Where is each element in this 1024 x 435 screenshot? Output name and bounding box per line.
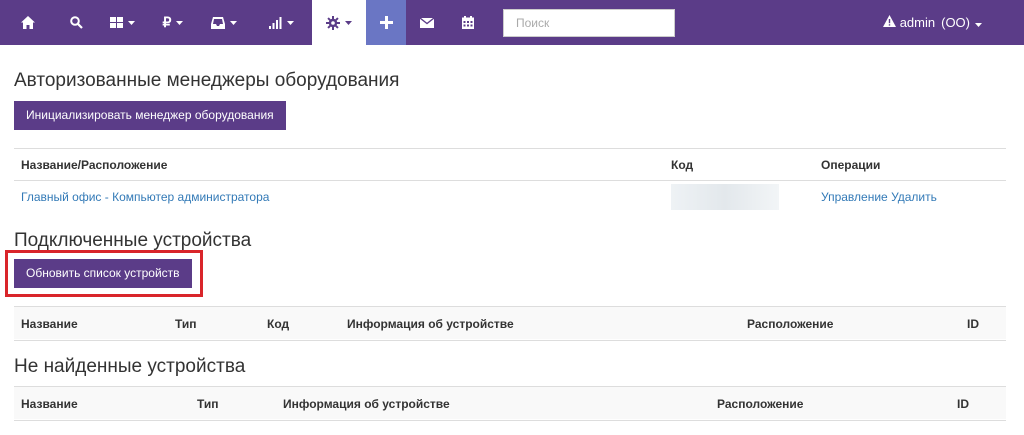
bar-chart-icon — [268, 16, 282, 29]
caret-down-icon — [975, 15, 982, 30]
table-header-row: Название Тип Информация об устройстве Ра… — [14, 386, 1006, 421]
finance-menu[interactable]: ₽ — [148, 0, 198, 45]
column-header: Информация об устройстве — [276, 386, 710, 421]
warning-icon — [882, 15, 896, 30]
column-header: ID — [960, 306, 1006, 341]
not-found-devices-title: Не найденные устройства — [14, 356, 246, 377]
authorized-managers-title: Авторизованные менеджеры оборудования — [14, 70, 400, 91]
envelope-icon — [420, 17, 434, 28]
home-nav-item[interactable] — [0, 0, 56, 45]
user-org: (OO) — [941, 15, 970, 30]
home-icon — [21, 16, 35, 29]
table-header-row: Название/Расположение Код Операции — [14, 148, 1006, 181]
manage-link[interactable]: Управление — [821, 190, 888, 204]
init-manager-button[interactable]: Инициализировать менеджер оборудования — [14, 101, 286, 130]
user-menu[interactable]: admin (OO) — [882, 0, 982, 45]
column-header: Тип — [190, 386, 276, 421]
manager-link[interactable]: Главный офис - Компьютер администратора — [21, 190, 269, 204]
column-header: Название — [14, 386, 190, 421]
ruble-icon: ₽ — [162, 14, 172, 30]
caret-down-icon — [176, 20, 184, 25]
inbox-icon — [211, 16, 225, 29]
column-header: Тип — [168, 306, 260, 341]
column-header: ID — [950, 386, 1006, 421]
settings-menu[interactable] — [312, 0, 366, 45]
column-header: Код — [260, 306, 340, 341]
delete-link[interactable]: Удалить — [891, 190, 937, 204]
redacted-code — [671, 184, 779, 210]
search-icon — [69, 16, 83, 29]
caret-down-icon — [345, 20, 352, 25]
gear-icon — [326, 15, 340, 30]
caret-down-icon — [230, 20, 237, 25]
caret-down-icon — [127, 20, 135, 25]
authorized-managers-table: Название/Расположение Код Операции Главн… — [14, 148, 1006, 213]
inbox-menu[interactable] — [198, 0, 250, 45]
plus-icon — [379, 16, 393, 29]
calendar-icon — [462, 16, 474, 29]
search-nav-item[interactable] — [56, 0, 96, 45]
column-header: Код — [664, 148, 814, 181]
connected-devices-title: Подключенные устройства — [14, 230, 252, 251]
dashboard-menu[interactable] — [96, 0, 148, 45]
table-row: Главный офис - Компьютер администратора … — [14, 181, 1006, 214]
search-input[interactable] — [503, 9, 675, 37]
grid-icon — [109, 17, 123, 28]
table-header-row: Название Тип Код Информация об устройств… — [14, 306, 1006, 341]
calendar-nav-item[interactable] — [448, 0, 488, 45]
column-header: Операции — [814, 148, 1006, 181]
column-header: Информация об устройстве — [340, 306, 740, 341]
column-header: Расположение — [740, 306, 960, 341]
column-header: Название — [14, 306, 168, 341]
column-header: Название/Расположение — [14, 148, 664, 181]
connected-devices-table: Название Тип Код Информация об устройств… — [14, 306, 1006, 341]
user-name: admin — [899, 15, 936, 30]
caret-down-icon — [286, 20, 294, 25]
add-button[interactable] — [366, 0, 406, 45]
refresh-devices-button[interactable]: Обновить список устройств — [14, 259, 192, 288]
not-found-devices-table: Название Тип Информация об устройстве Ра… — [14, 386, 1006, 421]
column-header: Расположение — [710, 386, 950, 421]
messages-nav-item[interactable] — [406, 0, 448, 45]
reports-menu[interactable] — [250, 0, 312, 45]
